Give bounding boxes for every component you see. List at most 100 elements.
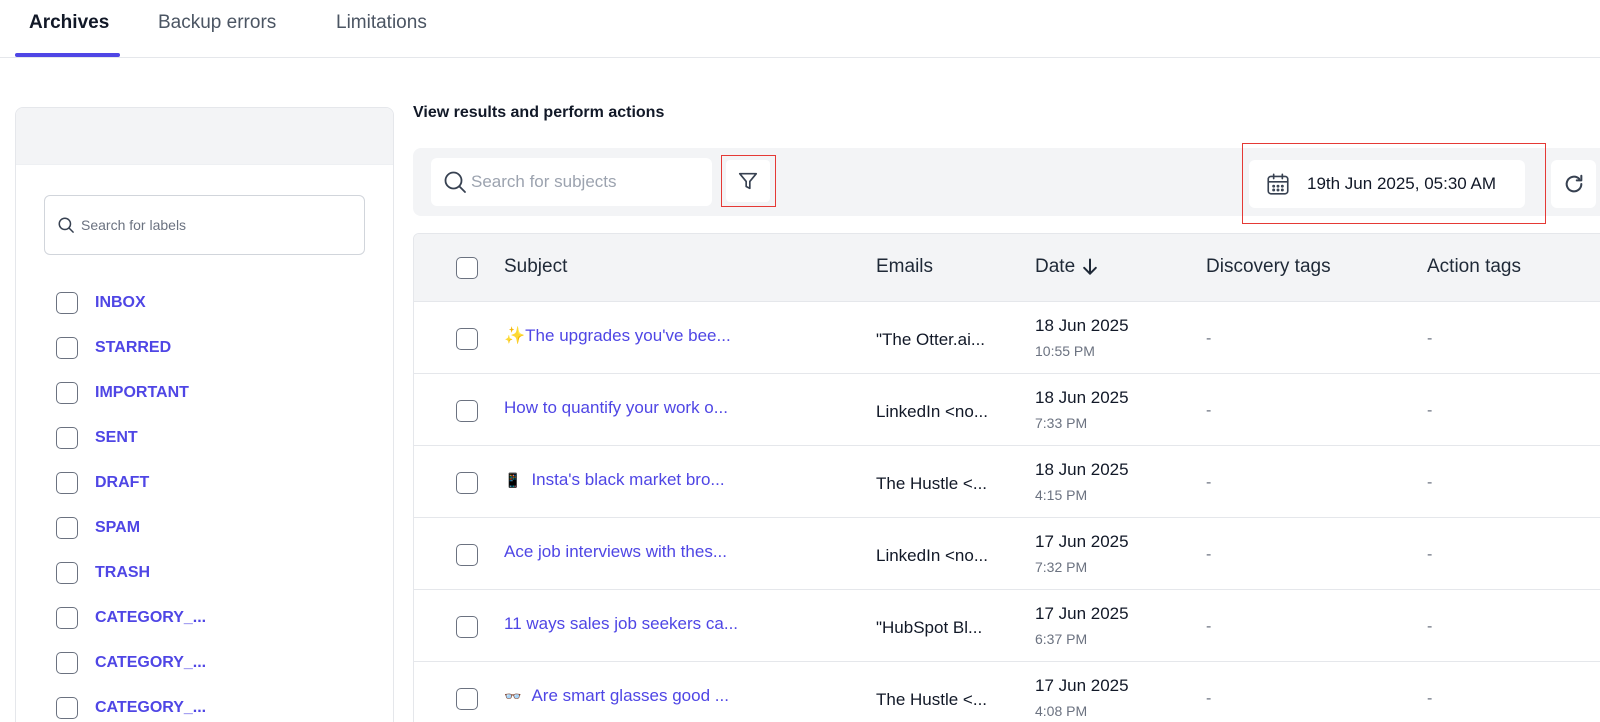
tab-limitations[interactable]: Limitations — [336, 12, 427, 34]
row-date: 18 Jun 2025 — [1035, 460, 1129, 479]
label-name: CATEGORY_... — [95, 653, 207, 671]
row-subject-text: Insta's black market bro... — [531, 470, 725, 489]
row-email: "The Otter.ai... — [876, 330, 986, 349]
label-checkbox[interactable] — [56, 651, 78, 674]
label-item-sent[interactable]: SENT — [56, 415, 206, 460]
select-all-checkbox[interactable] — [456, 257, 478, 279]
arrow-down-icon[interactable] — [1080, 257, 1100, 277]
label-name: DRAFT — [95, 473, 150, 491]
label-name: IMPORTANT — [95, 383, 189, 401]
row-action-tags: - — [1427, 474, 1433, 491]
label-item-important[interactable]: IMPORTANT — [56, 370, 206, 415]
row-subject-text: The upgrades you've bee... — [525, 326, 731, 345]
label-checkbox[interactable] — [56, 561, 78, 584]
label-item-starred[interactable]: STARRED — [56, 325, 206, 370]
filter-icon — [738, 172, 758, 190]
table-header: Subject Emails Date Discovery tags Actio… — [414, 234, 1600, 302]
label-search-input[interactable] — [81, 214, 351, 236]
row-time: 4:15 PM — [1035, 487, 1088, 503]
row-email: "HubSpot Bl... — [876, 618, 983, 637]
label-checkbox[interactable] — [56, 606, 78, 629]
row-date: 18 Jun 2025 — [1035, 388, 1129, 407]
column-header-discovery-tags[interactable]: Discovery tags — [1206, 256, 1331, 278]
subject-search-input[interactable] — [471, 171, 701, 193]
search-icon — [444, 171, 466, 193]
column-header-date[interactable]: Date — [1035, 256, 1100, 278]
label-checkbox[interactable] — [56, 696, 78, 719]
label-checkbox[interactable] — [56, 471, 78, 494]
row-subject-link[interactable]: 11 ways sales job seekers ca... — [504, 614, 738, 634]
column-header-subject[interactable]: Subject — [504, 256, 567, 278]
row-action-tags: - — [1427, 618, 1433, 635]
row-checkbox[interactable] — [456, 544, 478, 566]
label-checkbox[interactable] — [56, 291, 78, 314]
row-action-tags: - — [1427, 546, 1433, 563]
refresh-icon — [1565, 174, 1582, 193]
table-row[interactable]: 📱 Insta's black market bro... The Hustle … — [414, 446, 1600, 518]
table-row[interactable]: Ace job interviews with thes... LinkedIn… — [414, 518, 1600, 590]
tab-archives[interactable]: Archives — [29, 12, 109, 34]
row-subject-link[interactable]: 👓 Are smart glasses good ... — [504, 686, 729, 706]
row-checkbox[interactable] — [456, 688, 478, 710]
row-checkbox[interactable] — [456, 328, 478, 350]
date-picker-value: 19th Jun 2025, 05:30 AM — [1307, 174, 1497, 193]
table-row[interactable]: How to quantify your work o... LinkedIn … — [414, 374, 1600, 446]
row-email: The Hustle <... — [876, 690, 988, 709]
row-checkbox[interactable] — [456, 472, 478, 494]
date-picker-button[interactable]: 19th Jun 2025, 05:30 AM — [1249, 160, 1525, 208]
label-search-box[interactable] — [44, 195, 365, 255]
filter-button-inner[interactable] — [726, 160, 770, 202]
row-email: LinkedIn <no... — [876, 546, 989, 565]
date-header-label: Date — [1035, 256, 1076, 277]
row-action-tags: - — [1427, 330, 1433, 347]
sidebar-header — [16, 108, 393, 165]
phone-icon: 📱 — [504, 472, 522, 488]
label-checkbox[interactable] — [56, 516, 78, 539]
column-header-emails[interactable]: Emails — [876, 256, 933, 278]
row-subject-link[interactable]: How to quantify your work o... — [504, 398, 728, 418]
subject-search-box[interactable] — [431, 158, 712, 206]
tab-bar: Archives Backup errors Limitations — [0, 0, 1600, 58]
label-checkbox[interactable] — [56, 381, 78, 404]
label-name: TRASH — [95, 563, 151, 581]
section-title: View results and perform actions — [413, 104, 665, 121]
table-row[interactable]: ✨The upgrades you've bee... "The Otter.a… — [414, 302, 1600, 374]
row-time: 7:32 PM — [1035, 559, 1088, 575]
label-item-trash[interactable]: TRASH — [56, 550, 206, 595]
row-time: 10:55 PM — [1035, 343, 1095, 359]
column-header-action-tags[interactable]: Action tags — [1427, 256, 1521, 278]
row-email: The Hustle <... — [876, 474, 988, 493]
label-item-draft[interactable]: DRAFT — [56, 460, 206, 505]
label-checkbox[interactable] — [56, 336, 78, 359]
labels-sidebar: INBOX STARRED IMPORTANT SENT DRAFT SPAM … — [15, 107, 394, 722]
label-item-category[interactable]: CATEGORY_... — [56, 640, 206, 685]
calendar-icon — [1267, 173, 1289, 195]
tab-backup-errors[interactable]: Backup errors — [158, 12, 276, 34]
row-subject-link[interactable]: ✨The upgrades you've bee... — [504, 326, 731, 346]
label-name: CATEGORY_... — [95, 608, 207, 626]
row-subject-text: Are smart glasses good ... — [531, 686, 729, 705]
label-checkbox[interactable] — [56, 426, 78, 449]
results-table: Subject Emails Date Discovery tags Actio… — [413, 233, 1600, 722]
row-checkbox[interactable] — [456, 616, 478, 638]
row-subject-link[interactable]: Ace job interviews with thes... — [504, 542, 727, 562]
label-name: SENT — [95, 428, 138, 446]
label-item-spam[interactable]: SPAM — [56, 505, 206, 550]
table-row[interactable]: 11 ways sales job seekers ca... "HubSpot… — [414, 590, 1600, 662]
row-discovery-tags: - — [1206, 546, 1212, 563]
label-item-category[interactable]: CATEGORY_... — [56, 685, 206, 722]
search-icon — [58, 217, 74, 233]
row-discovery-tags: - — [1206, 330, 1212, 347]
label-name: STARRED — [95, 338, 172, 356]
row-checkbox[interactable] — [456, 400, 478, 422]
label-item-inbox[interactable]: INBOX — [56, 280, 206, 325]
refresh-button[interactable] — [1551, 160, 1596, 208]
label-name: SPAM — [95, 518, 141, 536]
table-row[interactable]: 👓 Are smart glasses good ... The Hustle <… — [414, 662, 1600, 722]
label-item-category[interactable]: CATEGORY_... — [56, 595, 206, 640]
filter-button[interactable] — [721, 155, 776, 207]
row-email: LinkedIn <no... — [876, 402, 989, 421]
row-subject-link[interactable]: 📱 Insta's black market bro... — [504, 470, 725, 490]
label-name: INBOX — [95, 293, 146, 311]
row-time: 7:33 PM — [1035, 415, 1088, 431]
